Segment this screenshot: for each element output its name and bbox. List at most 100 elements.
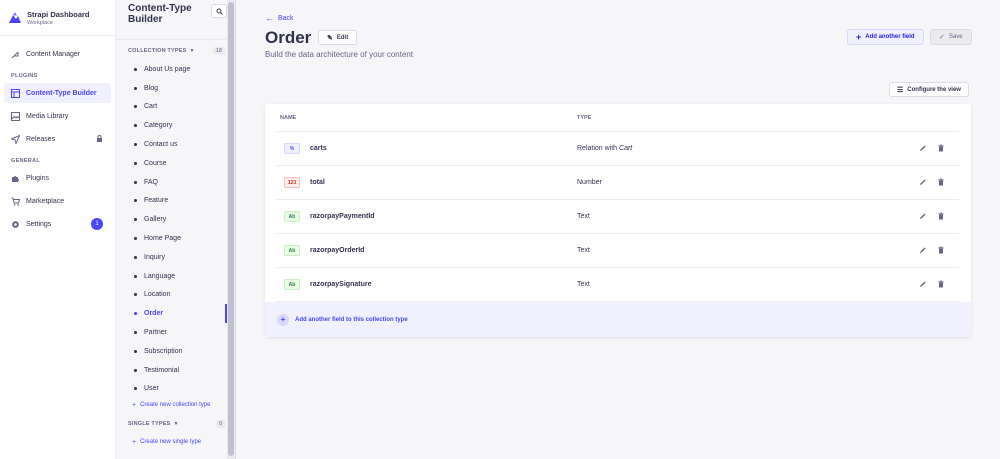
nav-content-type-builder[interactable]: Content-Type Builder bbox=[4, 83, 111, 103]
trash-icon[interactable] bbox=[937, 178, 945, 186]
chevron-down-icon: ▼ bbox=[189, 48, 195, 54]
trash-icon[interactable] bbox=[937, 246, 945, 254]
save-button[interactable]: ✓ Save bbox=[930, 29, 972, 45]
search-icon bbox=[216, 2, 223, 20]
text-icon: Ab bbox=[284, 279, 300, 290]
field-name: razorpayPaymentId bbox=[310, 213, 375, 220]
collection-item-feature[interactable]: Feature bbox=[116, 192, 235, 211]
nav-media-library[interactable]: Media Library bbox=[4, 106, 111, 126]
nav-label: Plugins bbox=[26, 174, 49, 182]
field-type: Text bbox=[577, 247, 590, 254]
subnav-title: Content-Type Builder bbox=[128, 3, 192, 25]
subnav-scrollbar[interactable] bbox=[227, 0, 235, 459]
search-button[interactable] bbox=[211, 4, 227, 18]
collection-item-home-page[interactable]: Home Page bbox=[116, 229, 235, 248]
pencil-icon[interactable] bbox=[919, 178, 927, 186]
collection-item-inquiry[interactable]: Inquiry bbox=[116, 248, 235, 267]
collection-item-location[interactable]: Location bbox=[116, 286, 235, 305]
column-header-type: TYPE bbox=[577, 114, 592, 121]
collection-types-header[interactable]: COLLECTION TYPES ▼ 18 bbox=[116, 42, 235, 60]
field-type: Number bbox=[577, 179, 602, 186]
field-name: razorpayOrderId bbox=[310, 247, 365, 254]
collection-item-about-us-page[interactable]: About Us page bbox=[116, 60, 235, 79]
field-type: Relation with Cart bbox=[577, 145, 633, 152]
workspace-name: Strapi Dashboard bbox=[27, 9, 90, 19]
subnav-header: Content-Type Builder bbox=[116, 0, 235, 40]
pencil-icon: ✎ bbox=[327, 34, 333, 42]
nav-label: Marketplace bbox=[26, 197, 65, 205]
nav-label: Settings bbox=[26, 220, 52, 228]
field-type: Text bbox=[577, 281, 590, 288]
configure-view-button[interactable]: ☰ Configure the view bbox=[889, 82, 969, 97]
collection-item-user[interactable]: User bbox=[116, 380, 235, 399]
trash-icon[interactable] bbox=[937, 144, 945, 152]
relation-icon: % bbox=[284, 143, 300, 154]
feather-icon bbox=[11, 50, 20, 59]
page-title: Order bbox=[265, 28, 312, 47]
pencil-icon[interactable] bbox=[919, 280, 927, 288]
plus-icon: + bbox=[132, 438, 137, 446]
column-header-name: NAME bbox=[280, 114, 297, 121]
plus-icon: + bbox=[277, 313, 289, 326]
add-another-field-button[interactable]: + Add another field bbox=[847, 29, 924, 45]
pencil-icon[interactable] bbox=[919, 212, 927, 220]
collection-item-subscription[interactable]: Subscription bbox=[116, 342, 235, 361]
collection-item-contact-us[interactable]: Contact us bbox=[116, 135, 235, 154]
workspace-logo-icon bbox=[8, 11, 22, 25]
collection-count-badge: 18 bbox=[212, 47, 225, 55]
nav-content-manager[interactable]: Content Manager bbox=[4, 44, 111, 64]
subnav-scrollbar-thumb[interactable] bbox=[228, 2, 234, 456]
arrow-left-icon: ← bbox=[265, 13, 274, 23]
page-subtitle: Build the data architecture of your cont… bbox=[265, 50, 414, 59]
edit-button[interactable]: ✎ Edit bbox=[318, 30, 358, 45]
nav-releases[interactable]: Releases bbox=[4, 129, 111, 149]
trash-icon[interactable] bbox=[937, 212, 945, 220]
create-single-type-link[interactable]: + Create new single type bbox=[116, 435, 235, 449]
pencil-icon[interactable] bbox=[919, 246, 927, 254]
trash-icon[interactable] bbox=[937, 280, 945, 288]
back-link[interactable]: ← Back bbox=[265, 13, 294, 23]
single-types-header[interactable]: SINGLE TYPES ▼ 0 bbox=[116, 415, 235, 433]
field-name: carts bbox=[310, 145, 327, 152]
collection-item-gallery[interactable]: Gallery bbox=[116, 210, 235, 229]
collection-item-course[interactable]: Course bbox=[116, 154, 235, 173]
collection-item-partner[interactable]: Partner bbox=[116, 323, 235, 342]
table-row[interactable]: Ab razorpaySignature Text bbox=[277, 268, 959, 302]
single-count-badge: 0 bbox=[215, 420, 225, 429]
nav-label: Media Library bbox=[26, 112, 69, 120]
settings-notification-badge: 1 bbox=[91, 218, 103, 230]
collection-item-cart[interactable]: Cart bbox=[116, 98, 235, 117]
plus-icon: + bbox=[132, 401, 137, 409]
nav-section-plugins: PLUGINS bbox=[11, 73, 38, 79]
nav-plugins[interactable]: Plugins bbox=[4, 168, 111, 188]
collection-item-faq[interactable]: FAQ bbox=[116, 173, 235, 192]
number-icon: 123 bbox=[284, 177, 300, 188]
image-icon bbox=[11, 111, 20, 121]
list-settings-icon: ☰ bbox=[897, 86, 904, 94]
plus-icon: + bbox=[856, 32, 862, 42]
pencil-icon[interactable] bbox=[919, 144, 927, 152]
fields-table: NAME TYPE % carts Relation with Cart 123… bbox=[265, 104, 971, 337]
collection-item-language[interactable]: Language bbox=[116, 267, 235, 286]
collection-item-blog[interactable]: Blog bbox=[116, 79, 235, 98]
create-collection-type-link[interactable]: + Create new collection type bbox=[116, 398, 235, 412]
table-row[interactable]: % carts Relation with Cart bbox=[277, 132, 959, 166]
field-type: Text bbox=[577, 213, 590, 220]
table-row[interactable]: Ab razorpayPaymentId Text bbox=[277, 200, 959, 234]
collection-item-category[interactable]: Category bbox=[116, 116, 235, 135]
field-name: total bbox=[310, 179, 325, 186]
nav-marketplace[interactable]: Marketplace bbox=[4, 191, 111, 211]
field-name: razorpaySignature bbox=[310, 281, 372, 288]
collection-item-order[interactable]: Order bbox=[116, 304, 235, 323]
nav-label: Content-Type Builder bbox=[26, 89, 97, 97]
table-row[interactable]: 123 total Number bbox=[277, 166, 959, 200]
nav-label: Releases bbox=[26, 135, 56, 143]
table-row[interactable]: Ab razorpayOrderId Text bbox=[277, 234, 959, 268]
content-type-subnav: Content-Type Builder COLLECTION TYPES ▼ … bbox=[116, 0, 236, 459]
collection-item-testimonial[interactable]: Testimonial bbox=[116, 361, 235, 380]
table-header: NAME TYPE bbox=[277, 104, 959, 132]
brand[interactable]: Strapi Dashboard Workplace bbox=[0, 0, 115, 36]
nav-section-general: GENERAL bbox=[11, 158, 40, 164]
nav-settings[interactable]: Settings 1 bbox=[4, 214, 111, 234]
add-field-to-collection-button[interactable]: + Add another field to this collection t… bbox=[265, 302, 971, 337]
